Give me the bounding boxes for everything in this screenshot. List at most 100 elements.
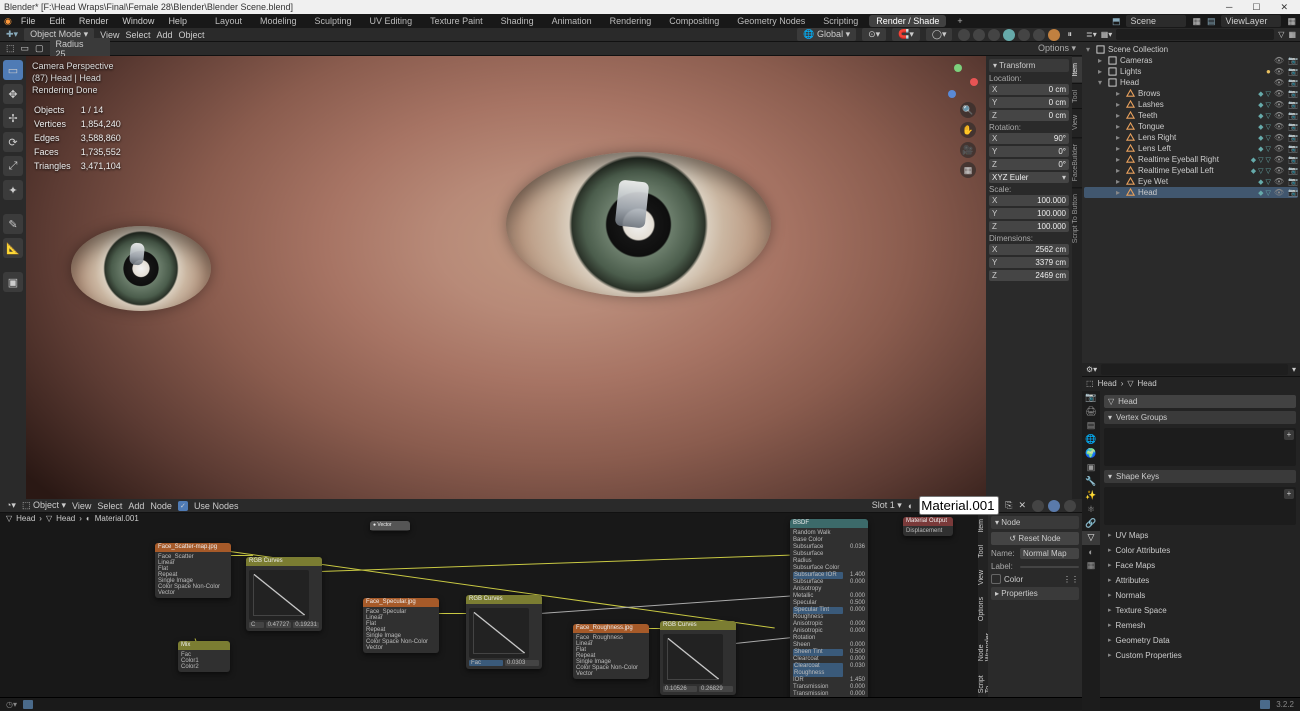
render-icon[interactable]: 📷 xyxy=(1288,89,1298,98)
camera-view-icon[interactable]: 🎥 xyxy=(960,142,976,158)
outliner-search-input[interactable] xyxy=(1116,29,1274,40)
axis-y-icon[interactable] xyxy=(954,64,962,72)
node-tab-wrangler[interactable]: Node Wrangler xyxy=(978,627,988,667)
render-icon[interactable]: 📷 xyxy=(1288,67,1298,76)
visibility-icon[interactable]: 👁 xyxy=(1274,89,1284,98)
shading-matprev-icon[interactable] xyxy=(1033,29,1045,41)
scale-tool[interactable]: ⤢ xyxy=(3,156,23,176)
node-collapsed[interactable]: ● Vector xyxy=(370,521,410,531)
outliner-row[interactable]: ▸Lashes◆▽👁📷 xyxy=(1084,99,1298,110)
props-tab-texture[interactable]: ▦ xyxy=(1082,559,1100,573)
nav-gizmo[interactable] xyxy=(944,64,978,98)
window-minimize-icon[interactable]: ─ xyxy=(1226,2,1232,13)
node-overlay-icon[interactable] xyxy=(1048,500,1060,512)
shading-pause-icon[interactable]: ⏸ xyxy=(1063,29,1076,41)
render-icon[interactable]: 📷 xyxy=(1288,155,1298,164)
pan-icon[interactable]: ✋ xyxy=(960,122,976,138)
scale-x-field[interactable]: X100.000 xyxy=(989,195,1069,206)
node-mode-dropdown[interactable]: ⬚ Object ▾ xyxy=(22,500,66,511)
viewport-menu-add[interactable]: Add xyxy=(157,30,173,40)
viewlayer-new-icon[interactable]: ▦ xyxy=(1287,16,1296,27)
curve-widget[interactable] xyxy=(469,608,529,658)
shape-keys-list[interactable]: + xyxy=(1104,487,1296,525)
xray-toggle-icon[interactable] xyxy=(988,29,1000,41)
visibility-icon[interactable]: 👁 xyxy=(1274,133,1284,142)
editor-type-icon[interactable]: ◔▾ xyxy=(6,500,16,511)
dim-z-field[interactable]: Z2469 cm xyxy=(989,270,1069,281)
axis-z-icon[interactable] xyxy=(948,90,956,98)
outliner-row[interactable]: ▸Tongue◆▽👁📷 xyxy=(1084,121,1298,132)
render-icon[interactable]: 📷 xyxy=(1288,100,1298,109)
scene-name-field[interactable] xyxy=(1126,15,1186,27)
editor-type-icon[interactable]: ≣▾ xyxy=(1086,30,1097,39)
workspace-tab[interactable]: Layout xyxy=(208,15,249,27)
props-tab-object[interactable]: ▣ xyxy=(1082,461,1100,475)
slot-dropdown[interactable]: Slot 1 ▾ xyxy=(872,500,902,511)
workspace-tab[interactable]: Geometry Nodes xyxy=(730,15,812,27)
editor-type-icon[interactable]: ⚙▾ xyxy=(1086,365,1097,374)
workspace-add-icon[interactable]: + xyxy=(950,15,969,27)
select-tool2-icon[interactable]: ▢ xyxy=(35,43,44,54)
menu-render[interactable]: Render xyxy=(74,16,114,26)
location-y-field[interactable]: Y0 cm xyxy=(989,97,1069,108)
outliner-row[interactable]: ▾Head👁📷 xyxy=(1084,77,1298,88)
workspace-tab[interactable]: Shading xyxy=(494,15,541,27)
npanel-tab-facebuilder[interactable]: FaceBuilder xyxy=(1072,137,1082,187)
props-tab-world[interactable]: 🌍 xyxy=(1082,447,1100,461)
node-tab-view[interactable]: View xyxy=(978,564,988,591)
rotation-z-field[interactable]: Z0° xyxy=(989,159,1069,170)
scale-z-field[interactable]: Z100.000 xyxy=(989,221,1069,232)
uvmaps-panel[interactable]: UV Maps xyxy=(1104,529,1296,542)
location-z-field[interactable]: Z0 cm xyxy=(989,110,1069,121)
workspace-tab[interactable]: Scripting xyxy=(816,15,865,27)
visibility-icon[interactable]: 👁 xyxy=(1274,111,1284,120)
npanel-tab-tool[interactable]: Tool xyxy=(1072,83,1082,109)
proportional-dropdown[interactable]: ◯▾ xyxy=(926,28,953,41)
use-nodes-checkbox[interactable]: ✓ xyxy=(178,501,188,511)
workspace-tab[interactable]: Sculpting xyxy=(308,15,359,27)
props-tab-render[interactable]: 📷 xyxy=(1082,391,1100,405)
facemaps-panel[interactable]: Face Maps xyxy=(1104,559,1296,572)
outliner-row[interactable]: ▸Lights●👁📷 xyxy=(1084,66,1298,77)
material-close-icon[interactable]: ✕ xyxy=(1018,500,1026,511)
normals-panel[interactable]: Normals xyxy=(1104,589,1296,602)
props-tab-physics[interactable]: ⚛ xyxy=(1082,503,1100,517)
props-tab-viewlayer[interactable]: ▤ xyxy=(1082,419,1100,433)
cursor-tool[interactable]: ✥ xyxy=(3,84,23,104)
annotate-tool[interactable]: ✎ xyxy=(3,214,23,234)
rotation-y-field[interactable]: Y0° xyxy=(989,146,1069,157)
attributes-panel[interactable]: Attributes xyxy=(1104,574,1296,587)
render-icon[interactable]: 📷 xyxy=(1288,56,1298,65)
material-name-field[interactable] xyxy=(919,496,999,515)
outliner-row[interactable]: ▸Eye Wet◆▽👁📷 xyxy=(1084,176,1298,187)
shading-wireframe-icon[interactable] xyxy=(1003,29,1015,41)
render-icon[interactable]: 📷 xyxy=(1288,122,1298,131)
breadcrumb-item[interactable]: Head xyxy=(1098,379,1117,388)
visibility-icon[interactable]: 👁 xyxy=(1274,144,1284,153)
properties-pin-icon[interactable]: ▾ xyxy=(1292,365,1296,374)
node-menu-add[interactable]: Add xyxy=(128,501,144,511)
zoom-icon[interactable]: 🔍 xyxy=(960,102,976,118)
properties-search-input[interactable] xyxy=(1101,364,1288,375)
measure-tool[interactable]: 📐 xyxy=(3,238,23,258)
workspace-tab[interactable]: Animation xyxy=(545,15,599,27)
props-tab-material[interactable]: ◐ xyxy=(1082,545,1100,559)
shading-solid-icon[interactable] xyxy=(1018,29,1030,41)
pin-icon[interactable] xyxy=(1032,500,1044,512)
node-image-texture[interactable]: Face_Specular.jpg Face_Specular Linear F… xyxy=(363,598,439,653)
outliner-row[interactable]: ▸Lens Right◆▽👁📷 xyxy=(1084,132,1298,143)
visibility-icon[interactable]: 👁 xyxy=(1274,56,1284,65)
geodata-panel[interactable]: Geometry Data xyxy=(1104,634,1296,647)
rotation-mode-dropdown[interactable]: XYZ Euler▾ xyxy=(989,172,1069,183)
drag-tool-icon[interactable]: ⬚ xyxy=(6,43,15,54)
outliner-row[interactable]: ▸Brows◆▽👁📷 xyxy=(1084,88,1298,99)
vertex-groups-header[interactable]: ▾ Vertex Groups xyxy=(1104,411,1296,424)
rotate-tool[interactable]: ⟳ xyxy=(3,132,23,152)
playhead-icon[interactable] xyxy=(23,700,33,709)
visibility-icon[interactable]: 👁 xyxy=(1274,122,1284,131)
outliner-row[interactable]: ▸Teeth◆▽👁📷 xyxy=(1084,110,1298,121)
pivot-dropdown[interactable]: ⊙▾ xyxy=(862,28,886,41)
axis-x-icon[interactable] xyxy=(970,78,978,86)
node-canvas[interactable]: Face_Scatter-map.jpg Face_Scatter Linear… xyxy=(0,513,978,697)
workspace-tab[interactable]: Texture Paint xyxy=(423,15,490,27)
